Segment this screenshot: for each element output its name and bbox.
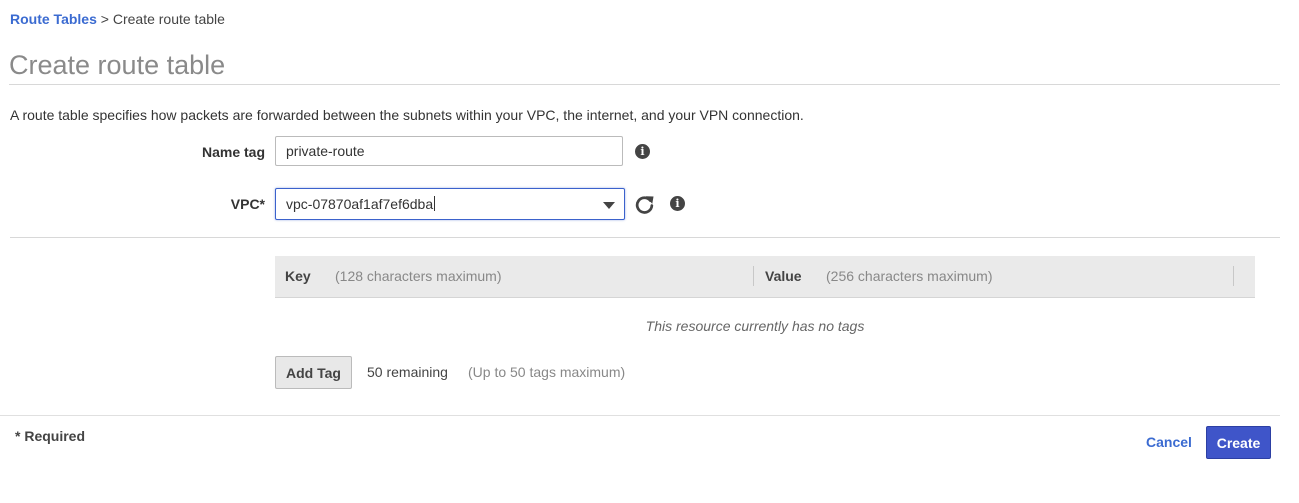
page-description: A route table specifies how packets are … [10,107,804,123]
name-tag-input[interactable] [275,136,623,166]
tags-remaining-count: 50 remaining [367,364,448,380]
breadcrumb-route-tables-link[interactable]: Route Tables [10,11,97,27]
name-tag-info-icon[interactable]: i [635,144,650,159]
chevron-down-icon [603,202,615,209]
refresh-icon[interactable] [634,194,655,215]
footer-divider [0,415,1280,416]
tags-key-hint: (128 characters maximum) [335,268,502,284]
column-divider[interactable] [753,266,754,286]
vpc-select-value: vpc-07870af1af7ef6dba [286,196,436,212]
vpc-info-icon[interactable]: i [670,196,685,211]
breadcrumb-current: Create route table [112,11,225,27]
tags-key-header: Key [285,268,311,284]
add-tag-button[interactable]: Add Tag [275,356,352,389]
cancel-button[interactable]: Cancel [1146,434,1192,450]
no-tags-message: This resource currently has no tags [645,318,865,334]
tags-table-header: Key (128 characters maximum) Value (256 … [275,256,1255,298]
column-divider[interactable] [1233,266,1234,286]
title-divider [9,84,1280,85]
form-divider [10,237,1280,238]
name-tag-label: Name tag [201,144,265,160]
breadcrumb: Route Tables > Create route table [10,11,225,27]
required-note: * Required [15,428,86,444]
breadcrumb-separator: > [96,11,113,27]
page-title: Create route table [9,50,226,80]
tags-value-hint: (256 characters maximum) [826,268,993,284]
vpc-label: VPC* [230,196,265,212]
vpc-select[interactable]: vpc-07870af1af7ef6dba [275,188,625,220]
create-button[interactable]: Create [1206,426,1271,459]
tags-value-header: Value [765,268,802,284]
tags-max-hint: (Up to 50 tags maximum) [468,364,626,380]
